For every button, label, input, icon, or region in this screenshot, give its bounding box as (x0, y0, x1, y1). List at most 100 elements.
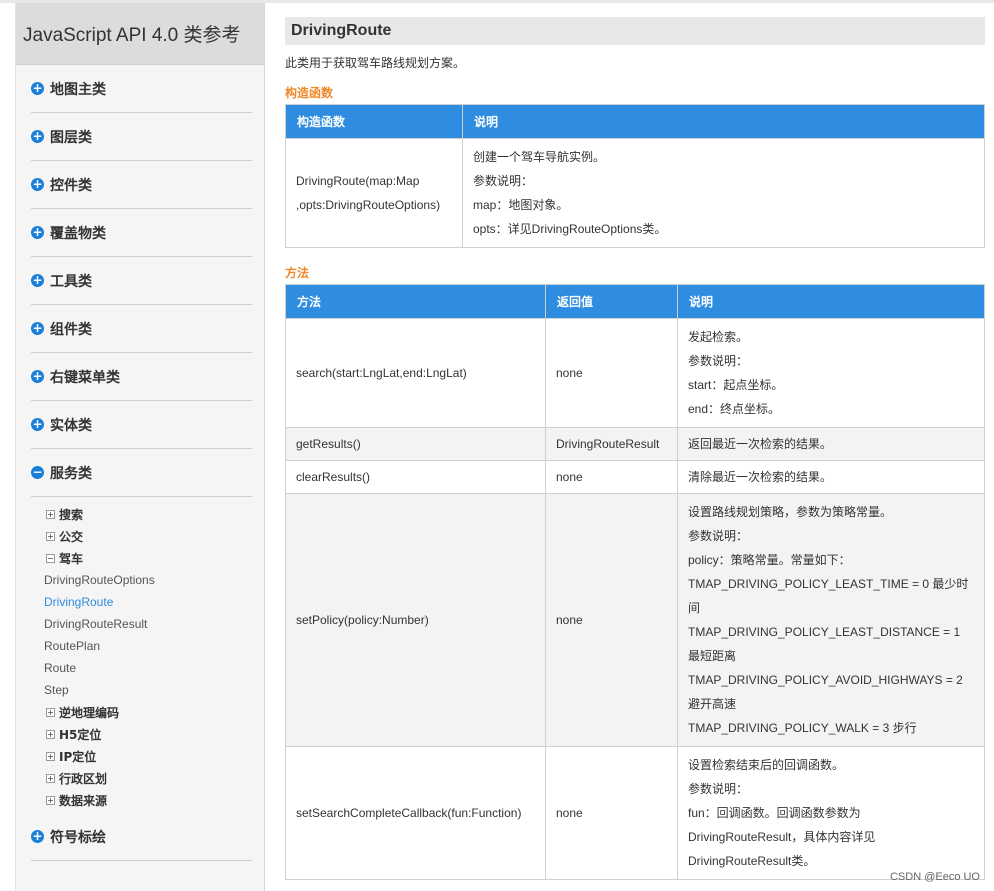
method-desc: 发起检索。 参数说明： start：起点坐标。 end：终点坐标。 (677, 318, 985, 428)
tree-item-label: IP定位 (59, 749, 97, 764)
desc-line: map：地图对象。 (473, 198, 569, 212)
desc-line: TMAP_DRIVING_POLICY_AVOID_HIGHWAYS = 2 避… (688, 673, 963, 711)
class-description: 此类用于获取驾车路线规划方案。 (285, 56, 466, 70)
category-label: 图层类 (50, 129, 92, 146)
method-returns: none (545, 493, 678, 747)
category-map[interactable]: + 地图主类 (31, 65, 252, 113)
category-control[interactable]: + 控件类 (31, 161, 252, 209)
expand-icon: + (46, 795, 55, 805)
desc-line: 发起检索。 (688, 330, 749, 344)
desc-line: 清除最近一次检索的结果。 (688, 470, 833, 484)
category-tool[interactable]: + 工具类 (31, 257, 252, 305)
desc-line: TMAP_DRIVING_POLICY_WALK = 3 步行 (688, 721, 917, 735)
tree-item-h5-location[interactable]: + H5定位 (44, 723, 264, 745)
minus-circle-icon: − (31, 465, 44, 479)
constructor-desc: 创建一个驾车导航实例。 参数说明： map：地图对象。 opts：详见Drivi… (462, 138, 985, 248)
category-label: 地图主类 (50, 81, 106, 98)
expand-icon: + (46, 531, 55, 541)
category-label: 实体类 (50, 417, 92, 434)
desc-line: fun：回调函数。回调函数参数为DrivingRouteResult，具体内容详… (688, 806, 876, 868)
category-label: 符号标绘 (50, 829, 106, 846)
tree-item-reverse-geocode[interactable]: + 逆地理编码 (44, 701, 264, 723)
desc-line: 参数说明： (688, 529, 749, 543)
leaf-driving-route-options[interactable]: DrivingRouteOptions (44, 569, 264, 591)
category-layer[interactable]: + 图层类 (31, 113, 252, 161)
plus-circle-icon: + (31, 829, 44, 843)
tree-item-driving[interactable]: − 驾车 (44, 547, 264, 569)
expand-icon: + (46, 509, 55, 519)
service-subtree: + 搜索 + 公交 − 驾车 (44, 497, 264, 569)
leaf-driving-route[interactable]: DrivingRoute (44, 591, 264, 613)
collapse-icon: − (46, 553, 55, 563)
method-returns: none (545, 460, 678, 494)
leaf-route-plan[interactable]: RoutePlan (44, 635, 264, 657)
table-row: DrivingRoute(map:Map ,opts:DrivingRouteO… (285, 138, 985, 248)
category-label: 服务类 (50, 465, 92, 482)
tree-item-search[interactable]: + 搜索 (44, 503, 264, 525)
method-returns: none (545, 746, 678, 880)
tree-item-district[interactable]: + 行政区划 (44, 767, 264, 789)
methods-section-title: 方法 (285, 266, 310, 280)
desc-line: 参数说明： (688, 354, 749, 368)
tree-item-ip-location[interactable]: + IP定位 (44, 745, 264, 767)
desc-line: TMAP_DRIVING_POLICY_LEAST_TIME = 0 最少时间 (688, 577, 969, 615)
method-name: clearResults() (285, 460, 546, 494)
table-row: search(start:LngLat,end:LngLat) none 发起检… (285, 318, 985, 428)
plus-circle-icon: + (31, 417, 44, 431)
expand-icon: + (46, 751, 55, 761)
desc-line: 参数说明： (473, 174, 534, 188)
plus-circle-icon: + (31, 81, 44, 95)
plus-circle-icon: + (31, 273, 44, 287)
category-plotting[interactable]: + 符号标绘 (31, 813, 252, 861)
desc-line: 返回最近一次检索的结果。 (688, 437, 833, 451)
methods-table: 方法 返回值 说明 search(start:LngLat,end:LngLat… (285, 284, 985, 880)
category-service[interactable]: − 服务类 (31, 449, 252, 497)
tree-item-label: 驾车 (59, 551, 84, 566)
plus-circle-icon: + (31, 225, 44, 239)
page-title: DrivingRoute (285, 17, 985, 45)
method-name: setSearchCompleteCallback(fun:Function) (285, 746, 546, 880)
table-row: setPolicy(policy:Number) none 设置路线规划策略，参… (285, 493, 985, 747)
table-row: clearResults() none 清除最近一次检索的结果。 (285, 460, 985, 494)
method-desc: 设置路线规划策略，参数为策略常量。 参数说明： policy：策略常量。常量如下… (677, 493, 985, 747)
category-label: 组件类 (50, 321, 92, 338)
tree-item-data-source[interactable]: + 数据来源 (44, 789, 264, 811)
column-header: 说明 (677, 284, 985, 319)
method-desc: 返回最近一次检索的结果。 (677, 427, 985, 461)
method-desc: 清除最近一次检索的结果。 (677, 460, 985, 494)
plus-circle-icon: + (31, 321, 44, 335)
leaf-route[interactable]: Route (44, 657, 264, 679)
category-entity[interactable]: + 实体类 (31, 401, 252, 449)
sidebar: JavaScript API 4.0 类参考 + 地图主类 + 图层类 + 控件类 +… (15, 3, 265, 891)
tree-item-transit[interactable]: + 公交 (44, 525, 264, 547)
watermark: CSDN @Eeco UO (889, 871, 980, 883)
desc-line: 创建一个驾车导航实例。 (473, 150, 606, 164)
method-returns: none (545, 318, 678, 428)
tree-item-label: 逆地理编码 (59, 705, 120, 720)
column-header: 说明 (462, 104, 985, 139)
plus-circle-icon: + (31, 177, 44, 191)
category-context-menu[interactable]: + 右键菜单类 (31, 353, 252, 401)
desc-line: 参数说明： (688, 782, 749, 796)
leaf-driving-route-result[interactable]: DrivingRouteResult (44, 613, 264, 635)
constructor-section-title: 构造函数 (285, 86, 334, 100)
method-returns: DrivingRouteResult (545, 427, 678, 461)
category-component[interactable]: + 组件类 (31, 305, 252, 353)
constructor-signature: DrivingRoute(map:Map ,opts:DrivingRouteO… (285, 138, 463, 248)
category-overlay[interactable]: + 覆盖物类 (31, 209, 252, 257)
tree-item-label: 数据来源 (59, 793, 108, 808)
tree-item-label: 搜索 (59, 507, 84, 522)
desc-line: end：终点坐标。 (688, 402, 781, 416)
plus-circle-icon: + (31, 129, 44, 143)
column-header: 方法 (285, 284, 546, 319)
leaf-step[interactable]: Step (44, 679, 264, 701)
table-row: getResults() DrivingRouteResult 返回最近一次检索… (285, 427, 985, 461)
driving-leaves: DrivingRouteOptions DrivingRoute Driving… (44, 569, 264, 701)
tree-item-label: H5定位 (59, 727, 102, 742)
category-label: 工具类 (50, 273, 92, 290)
desc-line: opts：详见DrivingRouteOptions类。 (473, 222, 667, 236)
method-name: getResults() (285, 427, 546, 461)
category-label: 控件类 (50, 177, 92, 194)
tree-item-label: 行政区划 (59, 771, 108, 786)
desc-line: 设置路线规划策略，参数为策略常量。 (688, 505, 893, 519)
